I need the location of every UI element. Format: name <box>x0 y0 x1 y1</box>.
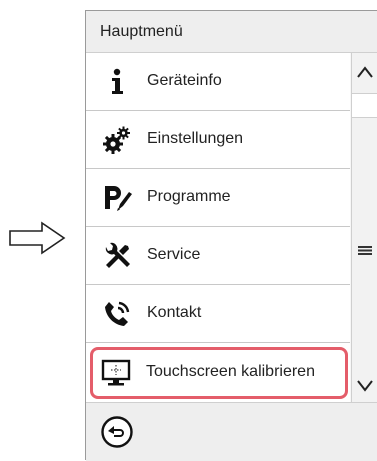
chevron-down-icon[interactable] <box>355 375 375 395</box>
program-edit-icon <box>105 186 132 211</box>
title-bar: Hauptmenü <box>86 11 377 53</box>
menu-item-kontakt[interactable]: Kontakt <box>86 285 350 343</box>
scrollbar[interactable] <box>351 53 377 402</box>
menu-item-touchscreen-kalibrieren[interactable]: Touchscreen kalibrieren <box>86 343 350 402</box>
page-title: Hauptmenü <box>100 23 183 40</box>
gears-icon <box>103 126 130 154</box>
menu-item-label: Kontakt <box>147 304 202 321</box>
footer-bar <box>86 402 377 461</box>
menu-item-label: Programme <box>147 188 231 205</box>
menu-item-label: Touchscreen kalibrieren <box>146 363 315 380</box>
menu-item-service[interactable]: Service <box>86 227 350 285</box>
menu-item-label: Einstellungen <box>147 130 244 147</box>
menu-item-einstellungen[interactable]: Einstellungen <box>86 111 350 169</box>
info-icon <box>112 68 123 94</box>
touchscreen-calibrate-icon <box>101 359 131 386</box>
menu-item-label: Service <box>147 246 201 263</box>
drag-lines-icon[interactable] <box>355 240 375 260</box>
scroll-thumb[interactable] <box>352 93 377 118</box>
main-menu-panel: Hauptmenü Geräteinfo Einstellungen Progr… <box>85 10 377 461</box>
phone-icon <box>105 301 130 326</box>
menu-item-label: Geräteinfo <box>147 72 222 89</box>
back-arrow-icon[interactable] <box>100 415 134 449</box>
chevron-up-icon[interactable] <box>355 63 375 83</box>
right-arrow-outline-icon <box>9 221 66 255</box>
menu-item-geraeteinfo[interactable]: Geräteinfo <box>86 53 350 111</box>
menu-item-programme[interactable]: Programme <box>86 169 350 227</box>
menu-list: Geräteinfo Einstellungen Programme Servi… <box>86 53 350 402</box>
service-tools-icon <box>105 242 130 268</box>
